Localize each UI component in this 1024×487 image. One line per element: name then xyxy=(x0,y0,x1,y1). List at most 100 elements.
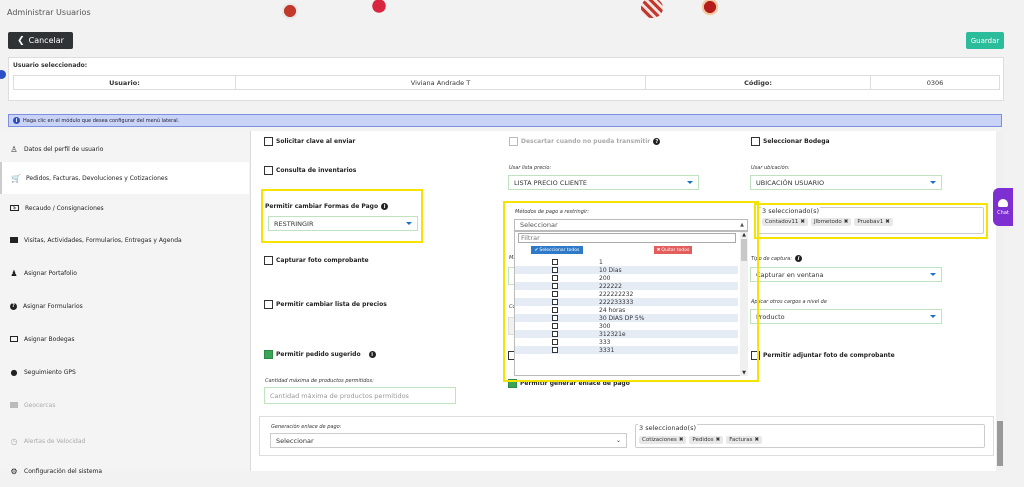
checkbox[interactable] xyxy=(552,299,558,305)
option-row[interactable]: 30 DIAS DP 5% xyxy=(515,314,738,322)
sidebar-item-geocercas[interactable]: Geocercas xyxy=(0,389,249,421)
sidebar-item-pedidos[interactable]: 🛒 Pedidos, Facturas, Devoluciones y Cotiz… xyxy=(0,162,249,194)
multi-select-box[interactable]: 3 seleccionado(s) Contadov11 ✖ Jlbmetodo ✖… xyxy=(758,207,984,234)
money-icon: $ xyxy=(10,205,19,211)
option-row[interactable]: 312321e xyxy=(515,330,738,338)
option-row[interactable]: 222222232 xyxy=(515,290,738,298)
tag-chip[interactable]: Facturas ✖ xyxy=(726,436,763,444)
pedido-sugerido-checkbox[interactable]: Permitir pedido sugerido i xyxy=(264,350,376,359)
checkbox[interactable] xyxy=(552,267,558,273)
page-scrollbar[interactable] xyxy=(996,131,1004,471)
option-row[interactable]: 200 xyxy=(515,274,738,282)
checkbox[interactable] xyxy=(552,323,558,329)
checkbox-checked[interactable] xyxy=(264,350,273,359)
tag-chip[interactable]: Pruebav1 ✖ xyxy=(854,218,893,226)
sidebar-item-gps[interactable]: ● Seguimiento GPS xyxy=(0,356,249,388)
sidebar-item-formularios[interactable]: ? Asignar Formularios xyxy=(0,290,249,322)
save-button[interactable]: Guardar xyxy=(966,32,1004,49)
map-icon xyxy=(10,402,18,408)
info-banner: i Haga clic en el módulo que desea confi… xyxy=(8,114,1002,127)
select-all-button[interactable]: ✔ Seleccionar todos xyxy=(531,246,583,254)
checkbox[interactable] xyxy=(552,275,558,281)
lista-precio-label: Usar lista precio: xyxy=(509,165,552,171)
formas-pago-select[interactable]: RESTRINGIR xyxy=(268,216,418,231)
adjuntar-foto-checkbox[interactable]: Permitir adjuntar foto de comprobante xyxy=(751,351,895,360)
checkbox[interactable] xyxy=(552,283,558,289)
sidebar-item-portafolio[interactable]: ♟ Asignar Portafolio xyxy=(0,257,249,289)
tag-chip[interactable]: Cotizaciones ✖ xyxy=(639,436,687,444)
sidebar-item-bodegas[interactable]: Asignar Bodegas xyxy=(0,323,249,355)
cantidad-maxima-input[interactable]: Cantidad máxima de productos permitidos xyxy=(264,387,456,404)
solicitar-clave-checkbox[interactable]: Solicitar clave al enviar xyxy=(264,137,355,146)
aplicar-cargos-select[interactable]: Producto xyxy=(750,309,942,324)
close-icon[interactable]: ✖ xyxy=(885,219,890,225)
tag-chip[interactable]: Contadov11 ✖ xyxy=(762,218,808,226)
close-icon[interactable]: ✖ xyxy=(844,219,849,225)
option-row[interactable]: 300 xyxy=(515,322,738,330)
page-scroll-thumb[interactable] xyxy=(997,421,1003,466)
consulta-inventarios-checkbox[interactable]: Consulta de inventarios xyxy=(264,166,356,175)
tag-chip[interactable]: Jlbmetodo ✖ xyxy=(810,218,852,226)
descartar-checkbox[interactable]: Descartar cuando no pueda transmitir? xyxy=(509,137,661,146)
checkbox[interactable] xyxy=(552,291,558,297)
checkbox[interactable] xyxy=(552,347,558,353)
checkbox[interactable] xyxy=(751,137,760,146)
scroll-up-icon[interactable]: ▲ xyxy=(740,232,748,238)
close-icon: ✖ xyxy=(656,247,661,253)
code-label: Código: xyxy=(645,75,871,90)
option-row[interactable]: 3331 xyxy=(515,346,738,354)
scroll-down-icon[interactable]: ▼ xyxy=(740,370,748,376)
close-icon[interactable]: ✖ xyxy=(754,437,759,443)
check-icon: ✔ xyxy=(534,247,539,253)
checkbox[interactable] xyxy=(509,137,518,146)
sidebar-item-perfil[interactable]: ♙ Datos del perfil de usuario xyxy=(0,133,249,165)
ubicacion-select[interactable]: UBICACIÓN USUARIO xyxy=(750,175,942,190)
close-icon[interactable]: ✖ xyxy=(800,219,805,225)
sidebar-item-visitas[interactable]: Visitas, Actividades, Formularios, Entre… xyxy=(0,224,249,256)
checkbox[interactable] xyxy=(552,331,558,337)
close-icon[interactable]: ✖ xyxy=(679,437,684,443)
caret-down-icon xyxy=(406,222,412,225)
checkbox[interactable] xyxy=(264,300,273,309)
capturar-foto-checkbox[interactable]: Capturar foto comprobante xyxy=(264,256,369,265)
checkbox[interactable] xyxy=(552,307,558,313)
caret-down-icon xyxy=(930,181,936,184)
option-row[interactable]: 333 xyxy=(515,338,738,346)
checkbox[interactable] xyxy=(552,315,558,321)
info-icon: i xyxy=(368,351,376,358)
tipo-captura-select[interactable]: Capturar en ventana xyxy=(750,267,942,282)
checkbox[interactable] xyxy=(552,339,558,345)
option-row[interactable]: 24 horas xyxy=(515,306,738,314)
close-icon[interactable]: ✖ xyxy=(716,437,721,443)
lista-precio-select[interactable]: LISTA PRECIO CLIENTE xyxy=(508,175,699,190)
checkbox[interactable] xyxy=(264,166,273,175)
sidebar-item-alertas[interactable]: ◷ Alertas de Velocidad xyxy=(0,425,249,457)
enlace-multi-box[interactable]: 3 seleccionado(s) Cotizaciones ✖ Pedidos ✖… xyxy=(635,424,985,448)
option-row[interactable]: 222233333 xyxy=(515,298,738,306)
sidebar-item-recaudo[interactable]: $ Recaudo / Consignaciones xyxy=(0,192,249,224)
generacion-enlace-select[interactable]: Seleccionar ⌄ xyxy=(270,433,627,448)
decoration-candy-icon xyxy=(368,0,390,16)
remove-all-button[interactable]: ✖ Quitar todos xyxy=(654,246,692,254)
seleccionar-bodega-checkbox[interactable]: Seleccionar Bodega xyxy=(751,137,830,146)
checkbox[interactable] xyxy=(264,256,273,265)
form-content: Solicitar clave al enviar Descartar cuan… xyxy=(250,131,1002,471)
metodos-pago-select[interactable]: Seleccionar ▲ xyxy=(514,219,748,231)
formas-pago-label: Permitir cambiar Formas de Pago i xyxy=(265,203,389,210)
option-row[interactable]: 1 xyxy=(515,258,738,266)
lista-precios-checkbox[interactable]: Permitir cambiar lista de precios xyxy=(264,300,387,309)
metodos-pago-dropdown: Filtrar ✔ Seleccionar todos ✖ Quitar todos… xyxy=(514,231,748,376)
sidebar-item-configuracion[interactable]: ⚙ Configuración del sistema xyxy=(0,455,249,487)
scroll-thumb[interactable] xyxy=(741,239,747,261)
checkbox[interactable] xyxy=(552,259,558,265)
checkbox[interactable] xyxy=(264,137,273,146)
dropdown-scrollbar[interactable]: ▲ ▼ xyxy=(740,232,748,376)
decoration-gift-icon xyxy=(279,1,301,21)
tag-chip[interactable]: Pedidos ✖ xyxy=(689,436,724,444)
option-row[interactable]: 222222 xyxy=(515,282,738,290)
cantidad-maxima-label: Cantidad máxima de productos permitidos: xyxy=(265,378,374,384)
chat-button[interactable]: Chat xyxy=(993,188,1013,226)
cancel-button[interactable]: ❮ Cancelar xyxy=(8,32,73,49)
option-row[interactable]: 10 Dias xyxy=(515,266,738,274)
filter-input[interactable]: Filtrar xyxy=(518,233,736,243)
